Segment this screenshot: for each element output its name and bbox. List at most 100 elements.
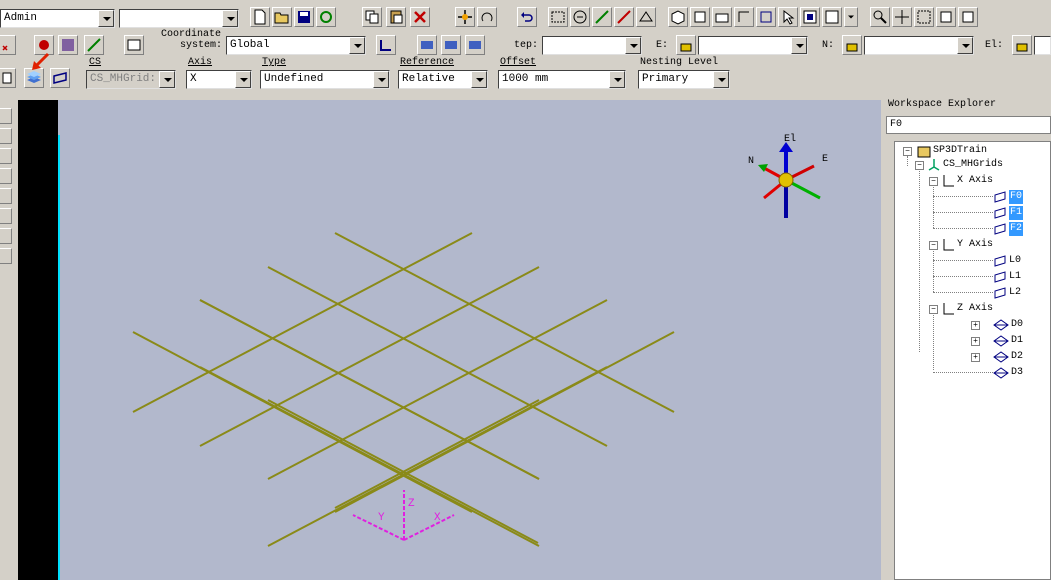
step-combo[interactable] bbox=[542, 36, 642, 55]
properties-icon[interactable] bbox=[124, 35, 144, 55]
tool-g-icon[interactable] bbox=[58, 35, 78, 55]
tree-x-item[interactable]: F0 bbox=[1009, 190, 1024, 204]
grid-plane-icon[interactable] bbox=[50, 68, 70, 88]
nesting-level-combo[interactable]: Primary bbox=[638, 70, 730, 89]
fit-icon[interactable] bbox=[936, 7, 956, 27]
chevron-down-icon[interactable] bbox=[957, 37, 973, 54]
left-tool-5-icon[interactable] bbox=[0, 188, 12, 204]
axis-combo[interactable]: X bbox=[186, 70, 252, 89]
tool-m-icon[interactable] bbox=[0, 68, 16, 88]
tree-x-axis[interactable]: X Axis bbox=[957, 174, 993, 188]
expand-z-item-icon[interactable]: + bbox=[971, 321, 980, 330]
tool-j-icon[interactable] bbox=[417, 35, 437, 55]
lock-n-icon[interactable] bbox=[842, 35, 862, 55]
refresh-icon[interactable] bbox=[316, 7, 336, 27]
chevron-down-icon[interactable] bbox=[98, 10, 114, 27]
tree-y-item[interactable]: L2 bbox=[1009, 286, 1021, 300]
chevron-down-icon[interactable] bbox=[713, 71, 729, 88]
tree-x-item[interactable]: F1 bbox=[1009, 206, 1024, 220]
tree-z-item[interactable]: D3 bbox=[1011, 366, 1023, 380]
left-tool-3-icon[interactable] bbox=[0, 148, 12, 164]
tool-e-icon[interactable] bbox=[636, 7, 656, 27]
view-e-icon[interactable] bbox=[756, 7, 776, 27]
tool-k-icon[interactable] bbox=[441, 35, 461, 55]
filter-combo[interactable] bbox=[119, 9, 239, 28]
collapse-root-icon[interactable]: − bbox=[903, 147, 912, 156]
save-icon[interactable] bbox=[294, 7, 314, 27]
tree-z-item[interactable]: D1 bbox=[1011, 334, 1023, 348]
n-combo[interactable] bbox=[864, 36, 974, 55]
new-file-icon[interactable] bbox=[250, 7, 270, 27]
chevron-down-icon[interactable] bbox=[349, 37, 365, 54]
tool-b-icon[interactable] bbox=[570, 7, 590, 27]
type-combo[interactable]: Undefined bbox=[260, 70, 390, 89]
tree-y-item[interactable]: L1 bbox=[1009, 270, 1021, 284]
chevron-down-icon[interactable] bbox=[609, 71, 625, 88]
explorer-filter-input[interactable]: F0 bbox=[886, 116, 1051, 134]
collapse-cs-icon[interactable]: − bbox=[915, 161, 924, 170]
tree-y-axis[interactable]: Y Axis bbox=[957, 238, 993, 252]
left-tool-7-icon[interactable] bbox=[0, 228, 12, 244]
left-tool-4-icon[interactable] bbox=[0, 168, 12, 184]
expand-z-item-icon[interactable]: + bbox=[971, 337, 980, 346]
tree-cs[interactable]: CS_MHGrids bbox=[943, 158, 1003, 172]
tool-l-icon[interactable] bbox=[465, 35, 485, 55]
view-g-icon[interactable] bbox=[822, 7, 842, 27]
chevron-down-icon[interactable] bbox=[471, 71, 487, 88]
tree-y-item[interactable]: L0 bbox=[1009, 254, 1021, 268]
close-x-icon[interactable] bbox=[0, 35, 16, 55]
view-h-icon[interactable] bbox=[958, 7, 978, 27]
rotate-icon[interactable] bbox=[477, 7, 497, 27]
tool-i-icon[interactable] bbox=[376, 35, 396, 55]
tree-root[interactable]: SP3DTrain bbox=[933, 144, 987, 158]
chevron-down-icon[interactable] bbox=[791, 37, 807, 54]
delete-icon[interactable] bbox=[410, 7, 430, 27]
tree-z-axis[interactable]: Z Axis bbox=[957, 302, 993, 316]
tree-z-item[interactable]: D2 bbox=[1011, 350, 1023, 364]
tool-d-icon[interactable] bbox=[614, 7, 634, 27]
chevron-down-icon[interactable] bbox=[373, 71, 389, 88]
collapse-x-axis-icon[interactable]: − bbox=[929, 177, 938, 186]
copy-icon[interactable] bbox=[362, 7, 382, 27]
coordinate-system-combo[interactable]: Global bbox=[226, 36, 366, 55]
zoom-icon[interactable] bbox=[870, 7, 890, 27]
collapse-z-axis-icon[interactable]: − bbox=[929, 305, 938, 314]
tool-h-icon[interactable] bbox=[84, 35, 104, 55]
open-folder-icon[interactable] bbox=[272, 7, 292, 27]
e-combo[interactable] bbox=[698, 36, 808, 55]
zoom-area-icon[interactable] bbox=[914, 7, 934, 27]
dropdown-icon[interactable] bbox=[844, 7, 858, 27]
left-tool-6-icon[interactable] bbox=[0, 208, 12, 224]
offset-combo[interactable]: 1000 mm bbox=[498, 70, 626, 89]
left-tool-1-icon[interactable] bbox=[0, 108, 12, 124]
left-tool-2-icon[interactable] bbox=[0, 128, 12, 144]
view-d-icon[interactable] bbox=[734, 7, 754, 27]
select-icon[interactable] bbox=[778, 7, 798, 27]
left-tool-8-icon[interactable] bbox=[0, 248, 12, 264]
lock-e-icon[interactable] bbox=[676, 35, 696, 55]
user-combo[interactable]: Admin bbox=[0, 9, 115, 28]
view-b-icon[interactable] bbox=[690, 7, 710, 27]
view-f-icon[interactable] bbox=[800, 7, 820, 27]
collapse-y-axis-icon[interactable]: − bbox=[929, 241, 938, 250]
el-combo[interactable] bbox=[1034, 36, 1051, 55]
cs-combo[interactable]: CS_MHGrid: bbox=[86, 70, 176, 89]
chevron-down-icon[interactable] bbox=[235, 71, 251, 88]
lock-el-icon[interactable] bbox=[1012, 35, 1032, 55]
chevron-down-icon[interactable] bbox=[159, 71, 175, 88]
tree-x-item[interactable]: F2 bbox=[1009, 222, 1024, 236]
explorer-tree[interactable]: − SP3DTrain − CS_MHGrids − X Axis F0 F1 … bbox=[894, 141, 1051, 580]
expand-z-item-icon[interactable]: + bbox=[971, 353, 980, 362]
tool-a-icon[interactable] bbox=[548, 7, 568, 27]
view-a-icon[interactable] bbox=[668, 7, 688, 27]
chevron-down-icon[interactable] bbox=[625, 37, 641, 54]
view-c-icon[interactable] bbox=[712, 7, 732, 27]
paste-icon[interactable] bbox=[386, 7, 406, 27]
reference-combo[interactable]: Relative bbox=[398, 70, 488, 89]
tree-z-item[interactable]: D0 bbox=[1011, 318, 1023, 332]
move-icon[interactable] bbox=[455, 7, 475, 27]
graphic-view[interactable]: Z Y X El N E bbox=[58, 100, 881, 580]
chevron-down-icon[interactable] bbox=[222, 10, 238, 27]
tool-c-icon[interactable] bbox=[592, 7, 612, 27]
undo-icon[interactable] bbox=[517, 7, 537, 27]
